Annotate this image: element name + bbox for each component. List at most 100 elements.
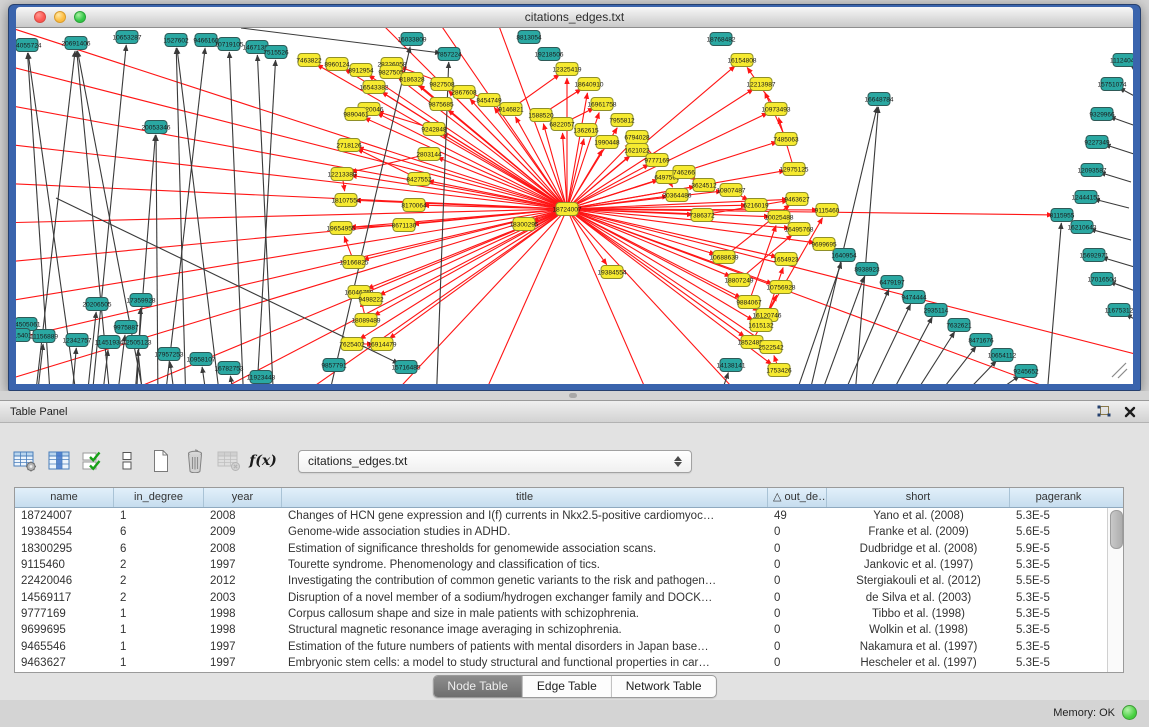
network-node[interactable]: 8427552 xyxy=(406,173,432,186)
network-node[interactable]: 9498222 xyxy=(358,293,384,306)
network-node[interactable]: 19218506 xyxy=(535,48,564,61)
table-vertical-scrollbar[interactable] xyxy=(1107,508,1123,672)
network-node[interactable]: 10025488 xyxy=(765,211,794,224)
edge[interactable] xyxy=(567,209,756,384)
resize-grip[interactable] xyxy=(1112,363,1127,378)
close-panel-icon[interactable] xyxy=(1121,404,1139,420)
edge[interactable] xyxy=(276,209,567,384)
edge[interactable] xyxy=(884,317,932,384)
edge[interactable] xyxy=(78,51,146,384)
network-node[interactable]: 7485063 xyxy=(773,133,799,146)
network-node[interactable]: 9245652 xyxy=(1013,365,1039,378)
table-row[interactable]: 977716911998Corpus callosum shape and si… xyxy=(15,606,1123,622)
window-titlebar[interactable]: citations_edges.txt xyxy=(16,7,1133,28)
select-rows-icon[interactable] xyxy=(78,448,108,474)
column-header-title[interactable]: title xyxy=(282,488,768,507)
network-node[interactable]: 7955812 xyxy=(609,114,635,127)
network-node[interactable]: 8170064 xyxy=(401,199,427,212)
network-node[interactable]: 8471676 xyxy=(968,334,994,347)
network-node[interactable]: 6822057 xyxy=(549,118,575,131)
column-header-out_de[interactable]: △ out_de… xyxy=(768,488,827,507)
network-node[interactable]: 15692971 xyxy=(1080,249,1109,262)
edge[interactable] xyxy=(16,209,567,303)
network-node[interactable]: 10719105 xyxy=(215,38,244,51)
network-node[interactable]: 9699695 xyxy=(811,238,837,251)
delete-column-icon[interactable] xyxy=(180,448,210,474)
network-node[interactable]: 12505123 xyxy=(123,336,152,349)
network-node[interactable]: 18089489 xyxy=(352,314,381,327)
network-node[interactable]: 16961758 xyxy=(588,98,617,111)
network-node[interactable]: 746266 xyxy=(673,166,695,179)
network-node[interactable]: 2522542 xyxy=(758,341,784,354)
table-row[interactable]: 2242004622012Investigating the contribut… xyxy=(15,573,1123,589)
column-header-short[interactable]: short xyxy=(827,488,1010,507)
network-node[interactable]: 12213389 xyxy=(328,168,357,181)
edge[interactable] xyxy=(156,135,158,384)
function-builder-icon[interactable]: f(x) xyxy=(248,448,278,474)
network-node[interactable]: 10958107 xyxy=(187,353,216,366)
new-column-icon[interactable] xyxy=(146,448,176,474)
network-node[interactable]: 15751074 xyxy=(1098,78,1127,91)
network-node[interactable]: 3915401 xyxy=(16,329,32,342)
network-node[interactable]: 2803144 xyxy=(416,148,442,161)
network-node[interactable]: 19384554 xyxy=(598,266,627,279)
network-node[interactable]: 10688639 xyxy=(710,251,739,264)
network-node[interactable]: 9146821 xyxy=(498,103,524,116)
network-node[interactable]: 12975125 xyxy=(780,163,809,176)
network-node[interactable]: 9227349 xyxy=(1084,136,1110,149)
network-node[interactable]: 8186328 xyxy=(399,73,425,86)
network-node[interactable]: 9242848 xyxy=(421,123,447,136)
edge[interactable] xyxy=(906,332,955,384)
network-node[interactable]: 18300295 xyxy=(510,218,539,231)
table-selector-dropdown[interactable]: citations_edges.txt xyxy=(298,450,692,473)
edge[interactable] xyxy=(138,350,144,384)
network-node[interactable]: 8960124 xyxy=(324,58,350,71)
network-node[interactable]: 12213987 xyxy=(747,78,776,91)
edge[interactable] xyxy=(202,367,208,384)
network-node[interactable]: 10756928 xyxy=(767,281,796,294)
network-node[interactable]: 6479197 xyxy=(879,276,905,289)
network-node[interactable]: 16914479 xyxy=(368,338,397,351)
table-row[interactable]: 1830029562008Estimation of significance … xyxy=(15,541,1123,557)
network-node[interactable]: 12342757 xyxy=(63,334,92,347)
float-window-icon[interactable] xyxy=(1095,404,1113,420)
network-node[interactable]: 9975887 xyxy=(113,321,139,334)
network-node[interactable]: 11124047 xyxy=(1110,54,1133,67)
network-node[interactable]: 20364486 xyxy=(663,189,692,202)
edge[interactable] xyxy=(567,209,1133,358)
network-node[interactable]: 8454749 xyxy=(476,94,502,107)
edge[interactable] xyxy=(567,209,1116,384)
network-canvas[interactable]: 1405572420691406106532871527602946616010… xyxy=(16,28,1133,384)
network-node[interactable]: 20206505 xyxy=(83,298,112,311)
network-node[interactable]: 11675312 xyxy=(1105,304,1133,317)
network-node[interactable]: 16033809 xyxy=(398,33,427,46)
network-node[interactable]: 20691406 xyxy=(62,37,91,50)
network-node[interactable]: 9875685 xyxy=(428,98,454,111)
network-node[interactable]: 14138141 xyxy=(717,359,746,372)
network-node[interactable]: 9115460 xyxy=(815,204,840,217)
network-node[interactable]: 7463822 xyxy=(296,54,322,67)
network-node[interactable]: 9777169 xyxy=(644,154,670,167)
network-node[interactable]: 7625402 xyxy=(339,338,365,351)
table-row[interactable]: 1872400712008Changes of HCN gene express… xyxy=(15,508,1123,524)
network-node[interactable]: 9329966 xyxy=(1089,108,1115,121)
edge[interactable] xyxy=(16,28,567,209)
network-node[interactable]: 16782753 xyxy=(215,362,244,375)
edge[interactable] xyxy=(716,373,728,384)
edge[interactable] xyxy=(951,361,996,384)
network-node[interactable]: 8912954 xyxy=(348,64,374,77)
network-node[interactable]: 12325419 xyxy=(553,63,582,76)
network-node[interactable]: 1362615 xyxy=(573,124,599,137)
network-node[interactable]: 9857791 xyxy=(321,359,347,372)
network-node[interactable]: 17016504 xyxy=(1088,273,1117,286)
network-node[interactable]: 9890461 xyxy=(343,108,369,121)
network-node[interactable]: 7515526 xyxy=(263,46,289,59)
scrollbar-thumb[interactable] xyxy=(1110,510,1123,549)
edge[interactable] xyxy=(838,289,889,384)
network-node[interactable]: 18107554 xyxy=(332,194,361,207)
network-node[interactable]: 8813054 xyxy=(516,31,542,44)
network-node[interactable]: 14055724 xyxy=(16,39,42,52)
table-row[interactable]: 946362711997Embryonic stem cells: a mode… xyxy=(15,655,1123,671)
network-node[interactable]: 19166825 xyxy=(340,256,369,269)
network-node[interactable]: 10807487 xyxy=(717,184,746,197)
